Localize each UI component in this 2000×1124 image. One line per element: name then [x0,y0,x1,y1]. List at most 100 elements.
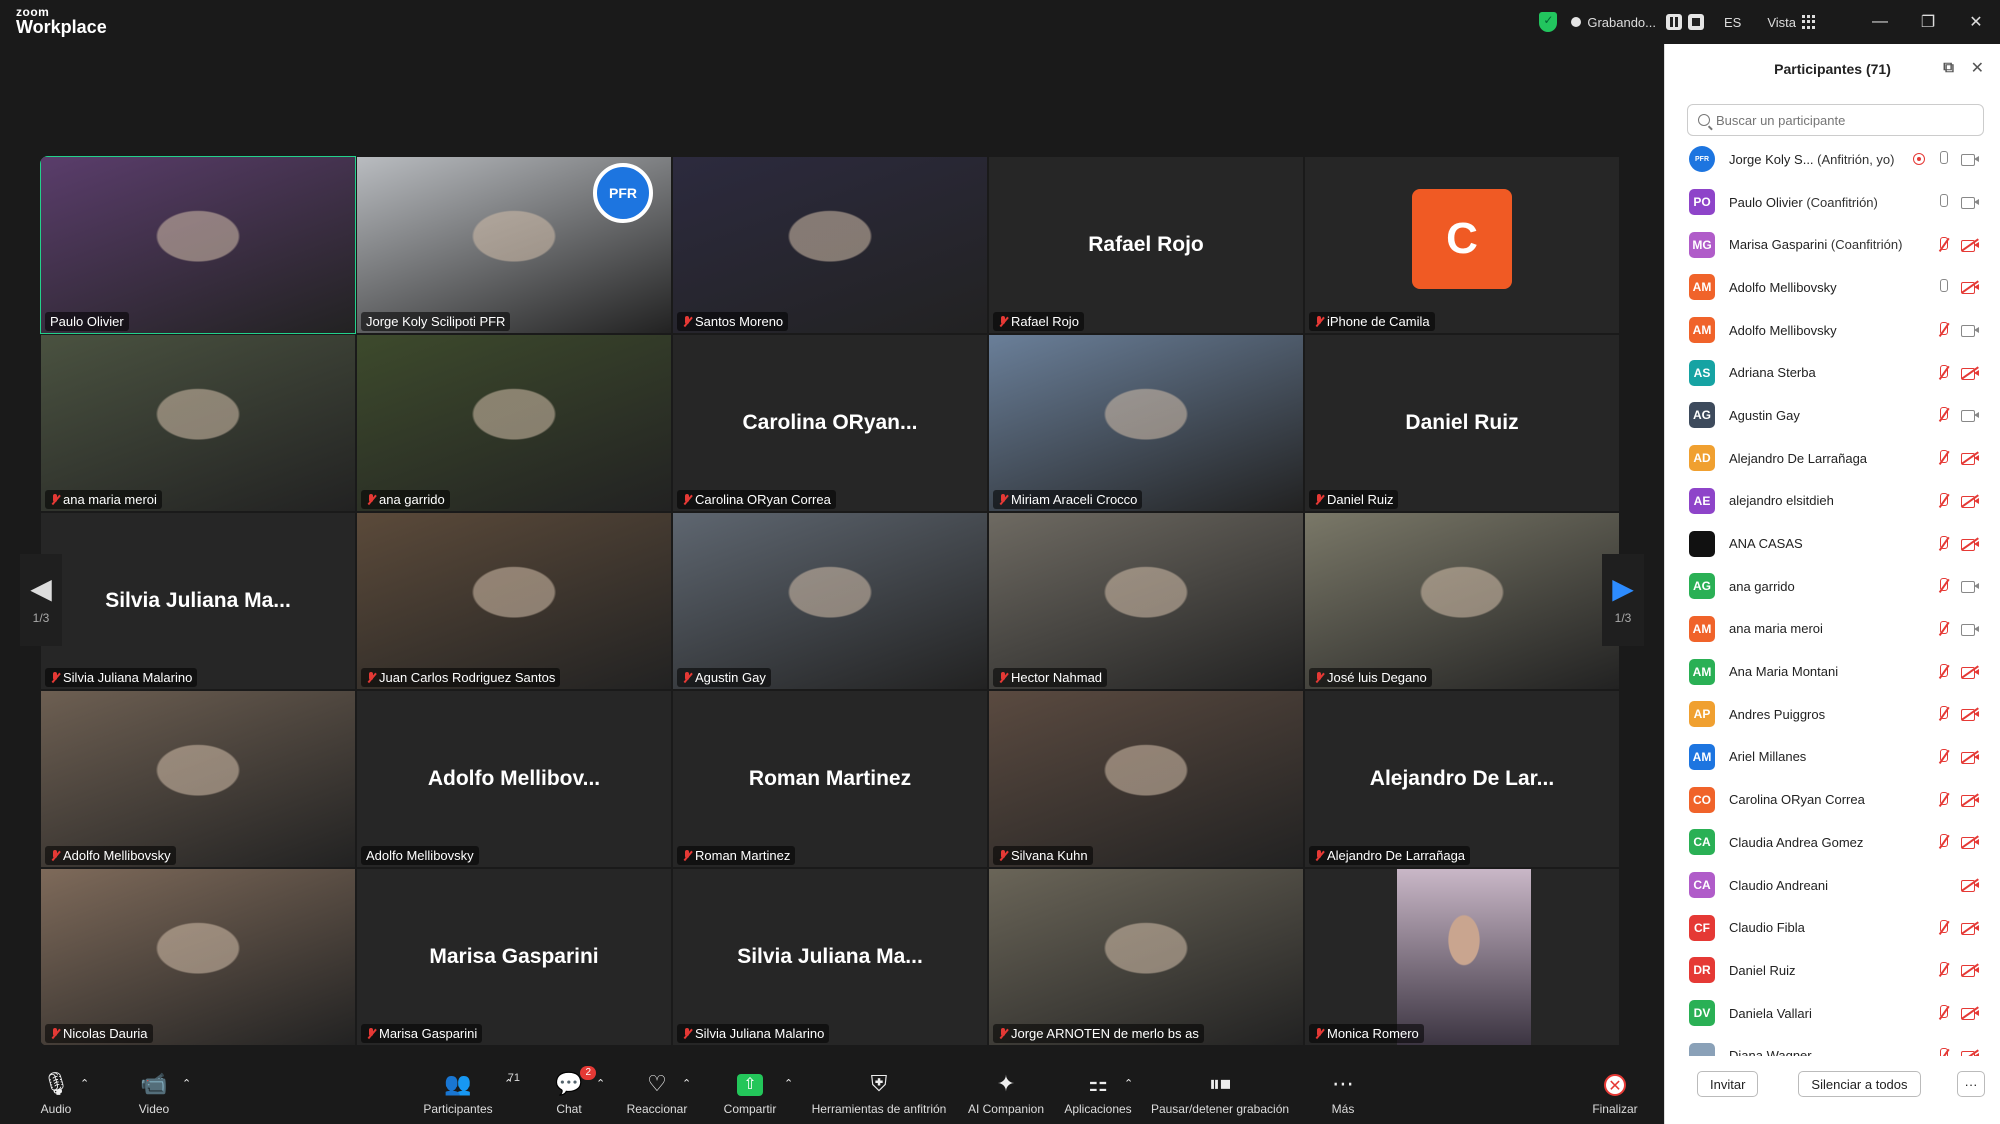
video-tile[interactable]: Daniel Ruiz Daniel Ruiz [1304,334,1620,512]
language-button[interactable]: ES [1724,15,1741,30]
video-tile[interactable]: Marisa Gasparini Marisa Gasparini [356,868,672,1046]
video-tile[interactable]: Carolina ORyan... Carolina ORyan Correa [672,334,988,512]
video-tile[interactable]: José luis Degano [1304,512,1620,690]
grid-view-icon[interactable] [1802,15,1816,29]
video-tile[interactable]: Nicolas Dauria [40,868,356,1046]
video-tile[interactable]: Paulo Olivier [40,156,356,334]
chat-options-caret[interactable]: ⌃ [596,1070,605,1098]
stop-recording-button[interactable] [1687,14,1704,30]
camera-off-icon[interactable] [1961,750,1979,764]
participant-row[interactable]: DR Daniel Ruiz [1665,949,2000,992]
video-tile[interactable]: Silvia Juliana Ma... Silvia Juliana Malar… [672,868,988,1046]
video-tile[interactable]: Silvana Kuhn [988,690,1304,868]
video-tile[interactable]: Monica Romero [1304,868,1620,1046]
mic-muted-icon[interactable] [1937,962,1949,978]
participant-row[interactable]: DV Daniela Vallari [1665,992,2000,1035]
close-window-button[interactable]: ✕ [1952,12,2000,32]
camera-icon[interactable] [1961,409,1979,423]
video-tile[interactable]: CiPhone de Camila [1304,156,1620,334]
video-tile[interactable]: Silvia Juliana Ma... Silvia Juliana Malar… [40,512,356,690]
camera-off-icon[interactable] [1961,878,1979,893]
participant-row[interactable]: ANA CASAS [1665,522,2000,565]
camera-icon[interactable] [1961,580,1979,594]
participant-row[interactable]: PO Paulo Olivier (Coanfitrión) [1665,181,2000,224]
participant-row[interactable]: AG Agustin Gay [1665,394,2000,437]
host-tools-button[interactable]: ⛨ Herramientas de anfitrión [808,1070,950,1116]
participant-row[interactable]: CF Claudio Fibla [1665,906,2000,949]
close-icon[interactable]: ✕ [1971,58,1984,78]
mic-muted-icon[interactable] [1937,663,1949,680]
mic-muted-icon[interactable] [1937,1005,1949,1021]
restore-button[interactable]: ❐ [1904,12,1952,32]
react-options-caret[interactable]: ⌃ [682,1070,691,1098]
camera-off-icon[interactable] [1961,280,1979,295]
invite-button[interactable]: Invitar [1697,1071,1759,1097]
video-tile[interactable]: Jorge ARNOTEN de merlo bs as [988,868,1304,1046]
camera-off-icon[interactable] [1961,238,1979,252]
audio-button[interactable]: 🎙 Audio [36,1070,76,1116]
video-tile[interactable]: ana maria meroi [40,334,356,512]
participant-row[interactable]: AG ana garrido [1665,565,2000,608]
participant-row[interactable]: AE alejandro elsitdieh [1665,480,2000,523]
ai-companion-button[interactable]: ✦ AI Companion [964,1070,1048,1116]
video-button[interactable]: 📹 Video [134,1070,174,1116]
video-tile[interactable]: Miriam Araceli Crocco [988,334,1304,512]
camera-off-icon[interactable] [1961,494,1979,508]
mute-all-button[interactable]: Silenciar a todos [1798,1071,1921,1097]
share-button[interactable]: ⇧ Compartir [718,1070,782,1116]
participant-search[interactable] [1687,104,1984,136]
camera-off-icon[interactable] [1961,835,1979,850]
video-tile[interactable]: ana garrido [356,334,672,512]
mic-muted-icon[interactable] [1937,450,1949,466]
participant-row[interactable]: CA Claudia Andrea Gomez [1665,821,2000,864]
participant-row[interactable]: MG Marisa Gasparini (Coanfitrión) [1665,223,2000,266]
mic-muted-icon[interactable] [1937,834,1949,850]
mic-muted-icon[interactable] [1937,791,1949,808]
video-tile[interactable]: Adolfo Mellibovsky [40,690,356,868]
mic-muted-icon[interactable] [1937,322,1949,338]
participants-options-caret[interactable]: ⌃ [504,1070,513,1098]
microphone-icon[interactable] [1937,279,1949,295]
camera-off-icon[interactable] [1961,664,1979,679]
video-tile[interactable]: Agustin Gay [672,512,988,690]
mic-muted-icon[interactable] [1937,1047,1949,1056]
chat-button[interactable]: 💬 2 Chat [550,1066,596,1116]
participant-row[interactable]: PFR Jorge Koly S... (Anfitrión, yo) [1665,138,2000,181]
camera-off-icon[interactable] [1961,793,1979,807]
video-tile[interactable]: Hector Nahmad [988,512,1304,690]
encryption-shield-icon[interactable] [1539,12,1558,32]
participant-row[interactable]: AM Ariel Millanes [1665,736,2000,779]
camera-icon[interactable] [1961,153,1979,167]
video-tile[interactable]: Juan Carlos Rodriguez Santos [356,512,672,690]
mic-muted-icon[interactable] [1937,407,1949,423]
search-input[interactable] [1716,112,1976,128]
mic-muted-icon[interactable] [1937,919,1949,936]
view-button[interactable]: Vista [1767,15,1796,30]
video-tile[interactable]: Alejandro De Lar... Alejandro De Larrañag… [1304,690,1620,868]
camera-icon[interactable] [1961,623,1979,636]
video-options-caret[interactable]: ⌃ [182,1070,191,1098]
participant-row[interactable]: CO Carolina ORyan Correa [1665,778,2000,821]
camera-off-icon[interactable] [1961,1006,1979,1021]
panel-more-button[interactable]: ··· [1957,1071,1985,1097]
video-tile[interactable]: PFR Jorge Koly Scilipoti PFR [356,156,672,334]
video-tile[interactable]: Adolfo Mellibov... Adolfo Mellibovsky [356,690,672,868]
camera-off-icon[interactable] [1961,451,1979,466]
participant-row[interactable]: CA Claudio Andreani [1665,864,2000,907]
previous-page-button[interactable]: ◀ 1/3 [20,554,62,646]
participant-row[interactable]: AM ana maria meroi [1665,608,2000,651]
camera-off-icon[interactable] [1961,707,1979,722]
audio-options-caret[interactable]: ⌃ [80,1070,89,1098]
pause-stop-recording-button[interactable]: ⏸⏹ Pausar/detener grabación [1150,1070,1290,1116]
camera-icon[interactable] [1961,324,1979,338]
mic-muted-icon[interactable] [1937,492,1949,509]
mic-muted-icon[interactable] [1937,535,1949,552]
video-tile[interactable]: Roman Martinez Roman Martinez [672,690,988,868]
mic-muted-icon[interactable] [1937,578,1949,594]
pause-recording-button[interactable] [1665,14,1682,30]
participant-row[interactable]: Diana Wagner [1665,1034,2000,1056]
react-button[interactable]: ♡ Reaccionar [624,1070,690,1116]
apps-options-caret[interactable]: ⌃ [1124,1070,1133,1098]
participant-row[interactable]: AD Alejandro De Larrañaga [1665,437,2000,480]
camera-icon[interactable] [1961,196,1979,210]
